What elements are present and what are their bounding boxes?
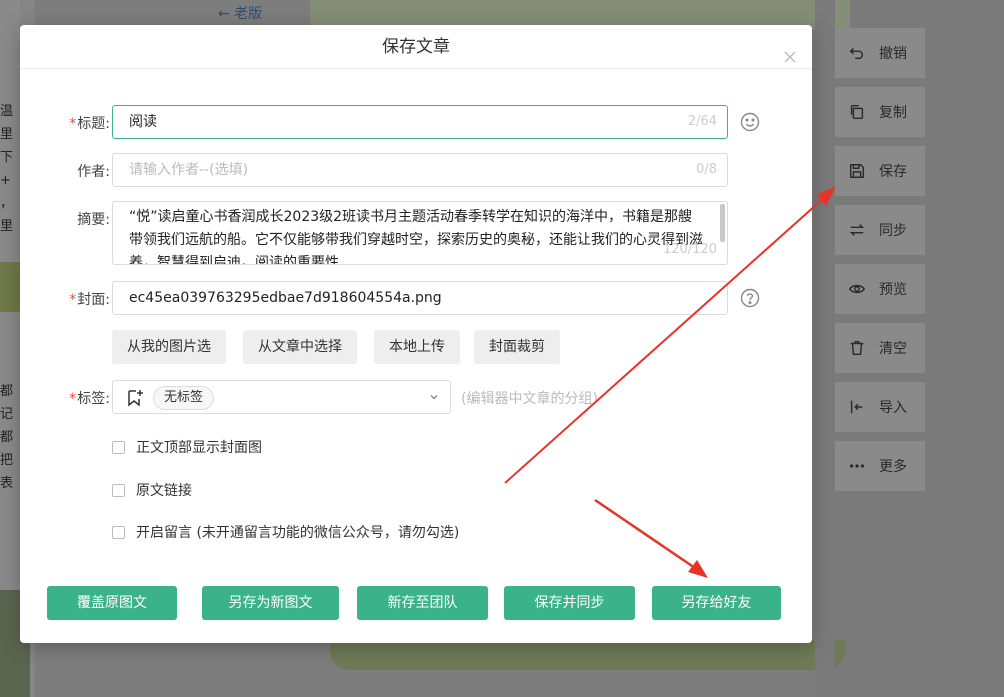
toolbar-item-label: 复制 xyxy=(879,105,907,121)
left-panel-text-top: 温 里 下 + ， 里 xyxy=(0,100,20,238)
enable-comments-checkbox[interactable] xyxy=(112,525,125,539)
toolbar-save-button[interactable]: 保存 xyxy=(835,146,925,196)
trash-icon xyxy=(847,338,867,358)
title-label: *标题: xyxy=(54,113,110,133)
back-to-old-link[interactable]: ← 老版 xyxy=(210,0,310,28)
crop-cover-button[interactable]: 封面裁剪 xyxy=(474,330,560,364)
left-text-line: 把 xyxy=(0,453,14,468)
left-text-line: 都 xyxy=(0,384,14,399)
toolbar-item-label: 更多 xyxy=(879,459,907,475)
left-text-line: 表 xyxy=(0,476,14,491)
left-panel-text-bottom: 都 记 都 把 表 xyxy=(0,380,20,495)
canvas-gutter xyxy=(815,0,835,697)
eye-icon xyxy=(847,279,867,299)
dialog-header: 保存文章 xyxy=(20,25,812,69)
title-input[interactable]: 阅读 2/64 xyxy=(112,105,728,139)
save-icon xyxy=(847,161,867,181)
toolbar-copy-button[interactable]: 复制 xyxy=(835,87,925,137)
add-tag-icon xyxy=(125,388,145,408)
checkbox-label: 开启留言 (未开通留言功能的微信公众号，请勿勾选) xyxy=(136,525,460,541)
toolbar-undo-button[interactable]: 撤销 xyxy=(835,28,925,78)
show-cover-checkbox-row[interactable]: 正文顶部显示封面图 xyxy=(112,437,262,457)
choose-from-article-button[interactable]: 从文章中选择 xyxy=(243,330,357,364)
undo-icon xyxy=(847,43,867,63)
save-article-dialog: 保存文章 *标题: 阅读 2/64 作者: 请输入作者--(选填) 0/8 摘要… xyxy=(20,25,812,643)
tag-chip[interactable]: 无标签 xyxy=(153,386,215,410)
author-counter: 0/8 xyxy=(696,162,717,177)
save-and-sync-button[interactable]: 保存并同步 xyxy=(504,586,635,620)
tags-label-text: 标签: xyxy=(77,391,110,407)
summary-counter: 120/120 xyxy=(662,242,717,257)
toolbar-item-label: 导入 xyxy=(879,400,907,416)
left-text-line: 都 xyxy=(0,430,14,445)
choose-from-my-images-button[interactable]: 从我的图片选 xyxy=(112,330,226,364)
toolbar-import-button[interactable]: 导入 xyxy=(835,382,925,432)
left-plant-image xyxy=(0,262,20,312)
toolbar-sync-button[interactable]: 同步 xyxy=(835,205,925,255)
author-placeholder: 请输入作者--(选填) xyxy=(129,162,249,178)
left-text-line: 记 xyxy=(0,407,14,422)
toolbar-item-label: 预览 xyxy=(879,282,907,298)
summary-text: “悦”读启童心书香润成长2023级2班读书月主题活动春季转学在知识的海洋中，书籍… xyxy=(129,209,703,265)
toolbar-more-button[interactable]: 更多 xyxy=(835,441,925,491)
summary-scrollbar[interactable] xyxy=(720,204,725,242)
required-mark: * xyxy=(69,116,77,132)
cover-label: *封面: xyxy=(54,289,110,309)
source-link-checkbox[interactable] xyxy=(112,483,125,497)
toolbar-item-label: 同步 xyxy=(879,223,907,239)
local-upload-button[interactable]: 本地上传 xyxy=(374,330,460,364)
dialog-title: 保存文章 xyxy=(382,37,450,57)
summary-label: 摘要: xyxy=(77,212,110,228)
overwrite-original-button[interactable]: 覆盖原图文 xyxy=(47,586,177,620)
summary-textarea[interactable]: “悦”读启童心书香润成长2023级2班读书月主题活动春季转学在知识的海洋中，书籍… xyxy=(112,201,728,265)
title-label-text: 标题: xyxy=(77,116,110,132)
toolbar-clear-button[interactable]: 清空 xyxy=(835,323,925,373)
checkbox-label: 原文链接 xyxy=(136,483,192,499)
copy-icon xyxy=(847,102,867,122)
left-text-line: 里 xyxy=(0,127,14,142)
title-counter: 2/64 xyxy=(687,114,717,129)
toolbar-item-label: 清空 xyxy=(879,341,907,357)
enable-comments-checkbox-row[interactable]: 开启留言 (未开通留言功能的微信公众号，请勿勾选) xyxy=(112,522,459,542)
toolbar-preview-button[interactable]: 预览 xyxy=(835,264,925,314)
cover-filename: ec45ea039763295edbae7d918604554a.png xyxy=(129,290,442,306)
more-icon xyxy=(847,456,867,476)
author-input[interactable]: 请输入作者--(选填) 0/8 xyxy=(112,153,728,187)
author-label: 作者: xyxy=(77,164,110,180)
save-as-new-button[interactable]: 另存为新图文 xyxy=(202,586,339,620)
help-icon[interactable] xyxy=(740,288,760,308)
save-to-team-button[interactable]: 新存至团队 xyxy=(357,586,488,620)
checkbox-label: 正文顶部显示封面图 xyxy=(136,440,262,456)
tags-label: *标签: xyxy=(54,388,110,408)
left-text-line: 里 xyxy=(0,219,14,234)
import-icon xyxy=(847,397,867,417)
save-to-friend-button[interactable]: 另存给好友 xyxy=(652,586,781,620)
tag-select[interactable]: 无标签 xyxy=(112,380,451,414)
toolbar-item-label: 保存 xyxy=(879,164,907,180)
show-cover-checkbox[interactable] xyxy=(112,440,125,454)
close-icon[interactable] xyxy=(782,38,798,63)
cover-label-text: 封面: xyxy=(77,292,110,308)
toolbar-item-label: 撤销 xyxy=(879,46,907,62)
left-text-line: 温 xyxy=(0,104,14,119)
left-text-line: + xyxy=(0,173,11,188)
sync-icon xyxy=(847,220,867,240)
editor-toolbar: 撤销 复制 保存 同步 预览 清空 导入 更多 xyxy=(835,28,925,500)
left-text-line: 下 xyxy=(0,150,14,165)
chevron-down-icon xyxy=(428,391,440,403)
tags-hint: (编辑器中文章的分组) xyxy=(461,391,598,407)
title-input-value: 阅读 xyxy=(129,114,157,130)
source-link-checkbox-row[interactable]: 原文链接 xyxy=(112,480,192,500)
emoji-icon[interactable] xyxy=(740,112,760,132)
cover-input[interactable]: ec45ea039763295edbae7d918604554a.png xyxy=(112,281,728,315)
required-mark: * xyxy=(69,391,77,407)
left-text-line: ， xyxy=(0,196,14,211)
required-mark: * xyxy=(69,292,77,308)
article-card-bottom xyxy=(330,640,845,670)
